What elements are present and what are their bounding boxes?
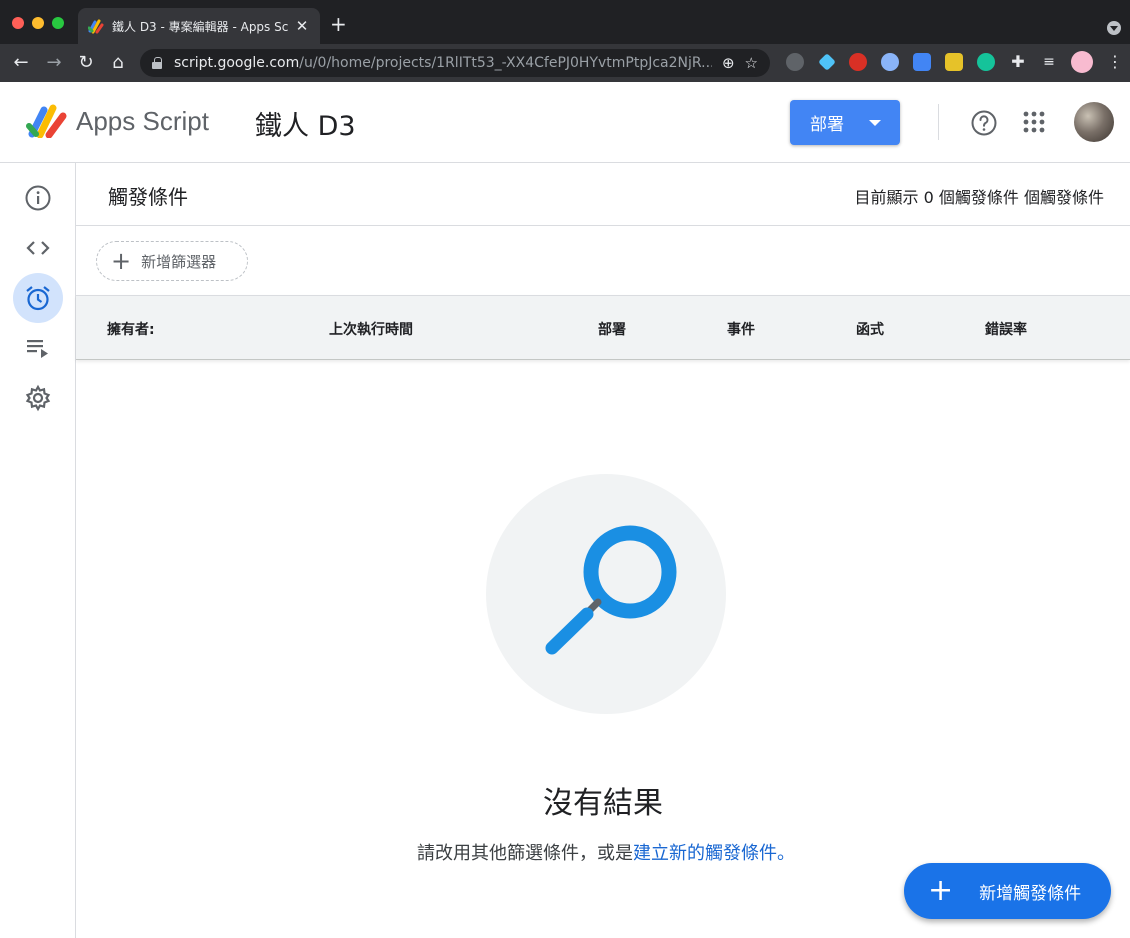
back-button[interactable]: ← bbox=[10, 52, 32, 74]
add-trigger-button[interactable]: + 新增觸發條件 bbox=[904, 863, 1111, 919]
browser-tab[interactable]: 鐵人 D3 - 專案編輯器 - Apps Sc ✕ bbox=[78, 8, 320, 44]
triggers-panel: 觸發條件 目前顯示 0 個觸發條件 個觸發條件 + 新增篩選器 擁有者: 上次執… bbox=[76, 163, 1130, 938]
zoom-icon[interactable]: ⊕ bbox=[722, 54, 735, 72]
code-icon bbox=[26, 241, 50, 255]
extension-translate-icon[interactable] bbox=[913, 53, 931, 71]
browser-menu-icon[interactable]: ⋮ bbox=[1106, 53, 1124, 71]
minimize-window-button[interactable] bbox=[32, 17, 44, 29]
address-bar[interactable]: script.google.com/u/0/home/projects/1RlI… bbox=[140, 49, 770, 77]
account-avatar[interactable] bbox=[1074, 102, 1114, 142]
project-name[interactable]: 鐵人 D3 bbox=[255, 104, 356, 143]
extension-grammarly-icon[interactable] bbox=[977, 53, 995, 71]
column-deployment[interactable]: 部署 bbox=[598, 319, 626, 339]
tab-strip: 鐵人 D3 - 專案編輯器 - Apps Sc ✕ + bbox=[0, 0, 1130, 44]
add-trigger-label: 新增觸發條件 bbox=[979, 883, 1082, 904]
header-divider bbox=[938, 104, 939, 140]
extension-gem-icon[interactable] bbox=[818, 53, 836, 71]
plus-icon: + bbox=[111, 247, 132, 275]
magnifier-icon bbox=[545, 525, 677, 655]
close-window-button[interactable] bbox=[12, 17, 24, 29]
tab-title: 鐵人 D3 - 專案編輯器 - Apps Sc bbox=[112, 19, 288, 34]
deploy-button[interactable]: 部署 bbox=[790, 100, 900, 145]
empty-state-text: 請改用其他篩選條件，或是 bbox=[417, 843, 633, 864]
create-trigger-link[interactable]: 建立新的觸發條件。 bbox=[633, 843, 795, 864]
google-apps-icon[interactable] bbox=[1022, 110, 1046, 134]
table-header: 擁有者: 上次執行時間 部署 事件 函式 錯誤率 bbox=[76, 295, 1130, 360]
executions-icon bbox=[27, 340, 48, 358]
app-header: Apps Script 鐵人 D3 部署 bbox=[0, 82, 1130, 163]
rail-item-overview[interactable] bbox=[13, 173, 63, 223]
lock-icon bbox=[152, 57, 162, 69]
extensions-puzzle-icon[interactable]: ✚ bbox=[1009, 53, 1027, 71]
column-function[interactable]: 函式 bbox=[856, 319, 884, 339]
maximize-window-button[interactable] bbox=[52, 17, 64, 29]
plus-icon: + bbox=[928, 873, 954, 908]
add-filter-label: 新增篩選器 bbox=[141, 252, 217, 271]
apps-script-logo-icon[interactable] bbox=[26, 102, 68, 138]
tab-close-icon[interactable]: ✕ bbox=[294, 17, 310, 35]
bookmark-star-icon[interactable]: ☆ bbox=[745, 54, 758, 72]
extension-hand-icon[interactable] bbox=[849, 53, 867, 71]
extension-recycle-icon[interactable] bbox=[786, 53, 804, 71]
rail-item-settings[interactable] bbox=[13, 373, 63, 423]
column-last-run[interactable]: 上次執行時間 bbox=[329, 319, 413, 339]
chevron-down-icon bbox=[869, 120, 881, 126]
help-icon[interactable] bbox=[970, 109, 998, 137]
left-nav-rail bbox=[0, 163, 76, 938]
trigger-count: 目前顯示 0 個觸發條件 個觸發條件 bbox=[854, 188, 1104, 207]
url-text: script.google.com/u/0/home/projects/1RlI… bbox=[174, 55, 712, 71]
add-filter-button[interactable]: + 新增篩選器 bbox=[96, 241, 248, 281]
media-controls-icon[interactable]: ≡ bbox=[1040, 53, 1058, 71]
settings-icon bbox=[25, 384, 51, 412]
reload-button[interactable]: ↻ bbox=[75, 52, 97, 74]
new-tab-button[interactable]: + bbox=[330, 14, 347, 34]
browser-toolbar: ← → ↻ ⌂ script.google.com/u/0/home/proje… bbox=[0, 44, 1130, 82]
home-button[interactable]: ⌂ bbox=[107, 52, 129, 74]
column-event[interactable]: 事件 bbox=[727, 319, 755, 339]
rail-item-editor[interactable] bbox=[13, 223, 63, 273]
apps-script-favicon-icon bbox=[88, 19, 104, 34]
column-owner[interactable]: 擁有者: bbox=[107, 319, 155, 339]
info-icon bbox=[25, 185, 51, 211]
forward-button[interactable]: → bbox=[43, 52, 65, 74]
column-error-rate[interactable]: 錯誤率 bbox=[985, 319, 1027, 339]
extension-note-icon[interactable] bbox=[945, 53, 963, 71]
empty-state-description: 請改用其他篩選條件，或是建立新的觸發條件。 bbox=[76, 839, 1130, 865]
extension-glasses-icon[interactable] bbox=[881, 53, 899, 71]
empty-state-title: 沒有結果 bbox=[543, 786, 663, 821]
rail-item-triggers[interactable] bbox=[13, 273, 63, 323]
rail-item-executions[interactable] bbox=[13, 323, 63, 373]
page-title: 觸發條件 bbox=[108, 185, 188, 209]
profile-avatar-icon[interactable] bbox=[1071, 51, 1093, 73]
deploy-label: 部署 bbox=[810, 115, 844, 135]
empty-state-illustration bbox=[486, 474, 726, 714]
title-divider bbox=[76, 225, 1130, 226]
tab-search-icon[interactable] bbox=[1107, 21, 1121, 35]
product-name[interactable]: Apps Script bbox=[76, 106, 209, 137]
alarm-icon bbox=[26, 286, 50, 311]
browser-chrome: 鐵人 D3 - 專案編輯器 - Apps Sc ✕ + ← → ↻ ⌂ scri… bbox=[0, 0, 1130, 82]
